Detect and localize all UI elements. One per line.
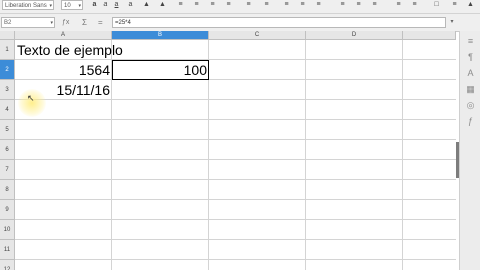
font-name-box[interactable]: Liberation Sans ▾ <box>2 0 54 10</box>
row-header-12[interactable]: 12 <box>0 260 15 270</box>
sidebar: ≡ ¶ A ▦ ◎ ƒ <box>459 31 480 270</box>
row-header-3[interactable]: 3 <box>0 80 15 100</box>
grid-line <box>15 259 456 260</box>
styles-icon[interactable]: ¶ <box>464 51 477 63</box>
merge-cells-icon[interactable]: ≡ <box>262 1 271 9</box>
grid-line <box>15 239 456 240</box>
highlight-icon[interactable]: ▲ <box>158 1 167 9</box>
grid-line <box>15 219 456 220</box>
align-top-icon[interactable]: ≡ <box>282 1 291 9</box>
underline-icon[interactable]: a <box>112 1 121 9</box>
row-header-7[interactable]: 7 <box>0 160 15 180</box>
row-header-5[interactable]: 5 <box>0 120 15 140</box>
border-style-icon[interactable]: ≡ <box>450 1 459 9</box>
row-header-10[interactable]: 10 <box>0 220 15 240</box>
row-header-8[interactable]: 8 <box>0 180 15 200</box>
active-cell-cursor <box>112 60 209 80</box>
chevron-down-icon: ▾ <box>50 20 53 26</box>
align-right-icon[interactable]: ≡ <box>208 1 217 9</box>
delete-decimal-icon[interactable]: ≡ <box>410 1 419 9</box>
formatting-toolbar: Liberation Sans ▾ 10 ▾ a a a a ▲ ▲ ≡ ≡ ≡… <box>0 0 480 14</box>
spreadsheet-grid[interactable]: A B C D 1 2 3 4 5 6 7 8 9 10 11 12 Texto… <box>0 31 456 270</box>
column-header-b[interactable]: B <box>112 31 209 40</box>
grid-line <box>305 40 306 270</box>
font-size-box[interactable]: 10 ▾ <box>61 0 83 10</box>
wrap-text-icon[interactable]: ≡ <box>244 1 253 9</box>
align-center-icon[interactable]: ≡ <box>192 1 201 9</box>
shadow-icon[interactable]: a <box>126 1 135 9</box>
function-wizard-icon[interactable]: ƒx <box>62 17 69 28</box>
grid-line <box>15 159 456 160</box>
formula-bar: B2 ▾ ƒx Σ = =25*4 ▾ <box>0 14 480 32</box>
functions-icon[interactable]: ƒ <box>464 115 477 127</box>
grid-line <box>402 40 403 270</box>
add-decimal-icon[interactable]: ≡ <box>394 1 403 9</box>
italic-icon[interactable]: a <box>101 1 110 9</box>
row-header-11[interactable]: 11 <box>0 240 15 260</box>
font-color-icon[interactable]: ▲ <box>142 1 151 9</box>
border-color-icon[interactable]: ▲ <box>466 1 475 9</box>
row-header-9[interactable]: 9 <box>0 200 15 220</box>
cell-a1[interactable]: Texto de ejemplo <box>17 40 123 60</box>
column-header-d[interactable]: D <box>306 31 403 40</box>
cell-a2[interactable]: 1564 <box>15 60 110 80</box>
justify-icon[interactable]: ≡ <box>224 1 233 9</box>
align-left-icon[interactable]: ≡ <box>176 1 185 9</box>
font-size-value: 10 <box>64 3 71 9</box>
align-bottom-icon[interactable]: ≡ <box>314 1 323 9</box>
navigator-icon[interactable]: ◎ <box>464 99 477 111</box>
grid-line <box>15 179 456 180</box>
row-header-2[interactable]: 2 <box>0 60 15 80</box>
borders-icon[interactable]: □ <box>432 1 441 9</box>
properties-icon[interactable]: A <box>464 67 477 79</box>
row-header-1[interactable]: 1 <box>0 40 15 60</box>
grid-line <box>15 119 456 120</box>
chevron-down-icon: ▾ <box>49 3 52 9</box>
formula-input[interactable]: =25*4 <box>112 17 446 28</box>
bold-icon[interactable]: a <box>90 1 99 9</box>
column-header-a[interactable]: A <box>15 31 112 40</box>
function-icon[interactable]: = <box>98 17 103 28</box>
decimal-icon[interactable]: ≡ <box>370 1 379 9</box>
sum-icon[interactable]: Σ <box>82 17 87 28</box>
gallery-icon[interactable]: ▦ <box>464 83 477 95</box>
number-format-icon[interactable]: ≡ <box>338 1 347 9</box>
align-middle-icon[interactable]: ≡ <box>298 1 307 9</box>
name-box-value: B2 <box>4 20 12 26</box>
column-header-e[interactable] <box>403 31 456 40</box>
row-header-6[interactable]: 6 <box>0 140 15 160</box>
grid-line <box>15 139 456 140</box>
column-header-c[interactable]: C <box>209 31 306 40</box>
grid-line <box>15 199 456 200</box>
expand-formula-bar-icon[interactable]: ▾ <box>447 17 457 28</box>
menu-icon[interactable]: ≡ <box>464 35 477 47</box>
chevron-down-icon: ▾ <box>78 3 81 9</box>
row-header-4[interactable]: 4 <box>0 100 15 120</box>
name-box[interactable]: B2 ▾ <box>1 17 55 28</box>
mouse-pointer-icon: ↖ <box>27 93 35 103</box>
select-all-corner[interactable] <box>0 31 15 40</box>
font-name-value: Liberation Sans <box>5 3 47 9</box>
percent-icon[interactable]: ≡ <box>354 1 363 9</box>
